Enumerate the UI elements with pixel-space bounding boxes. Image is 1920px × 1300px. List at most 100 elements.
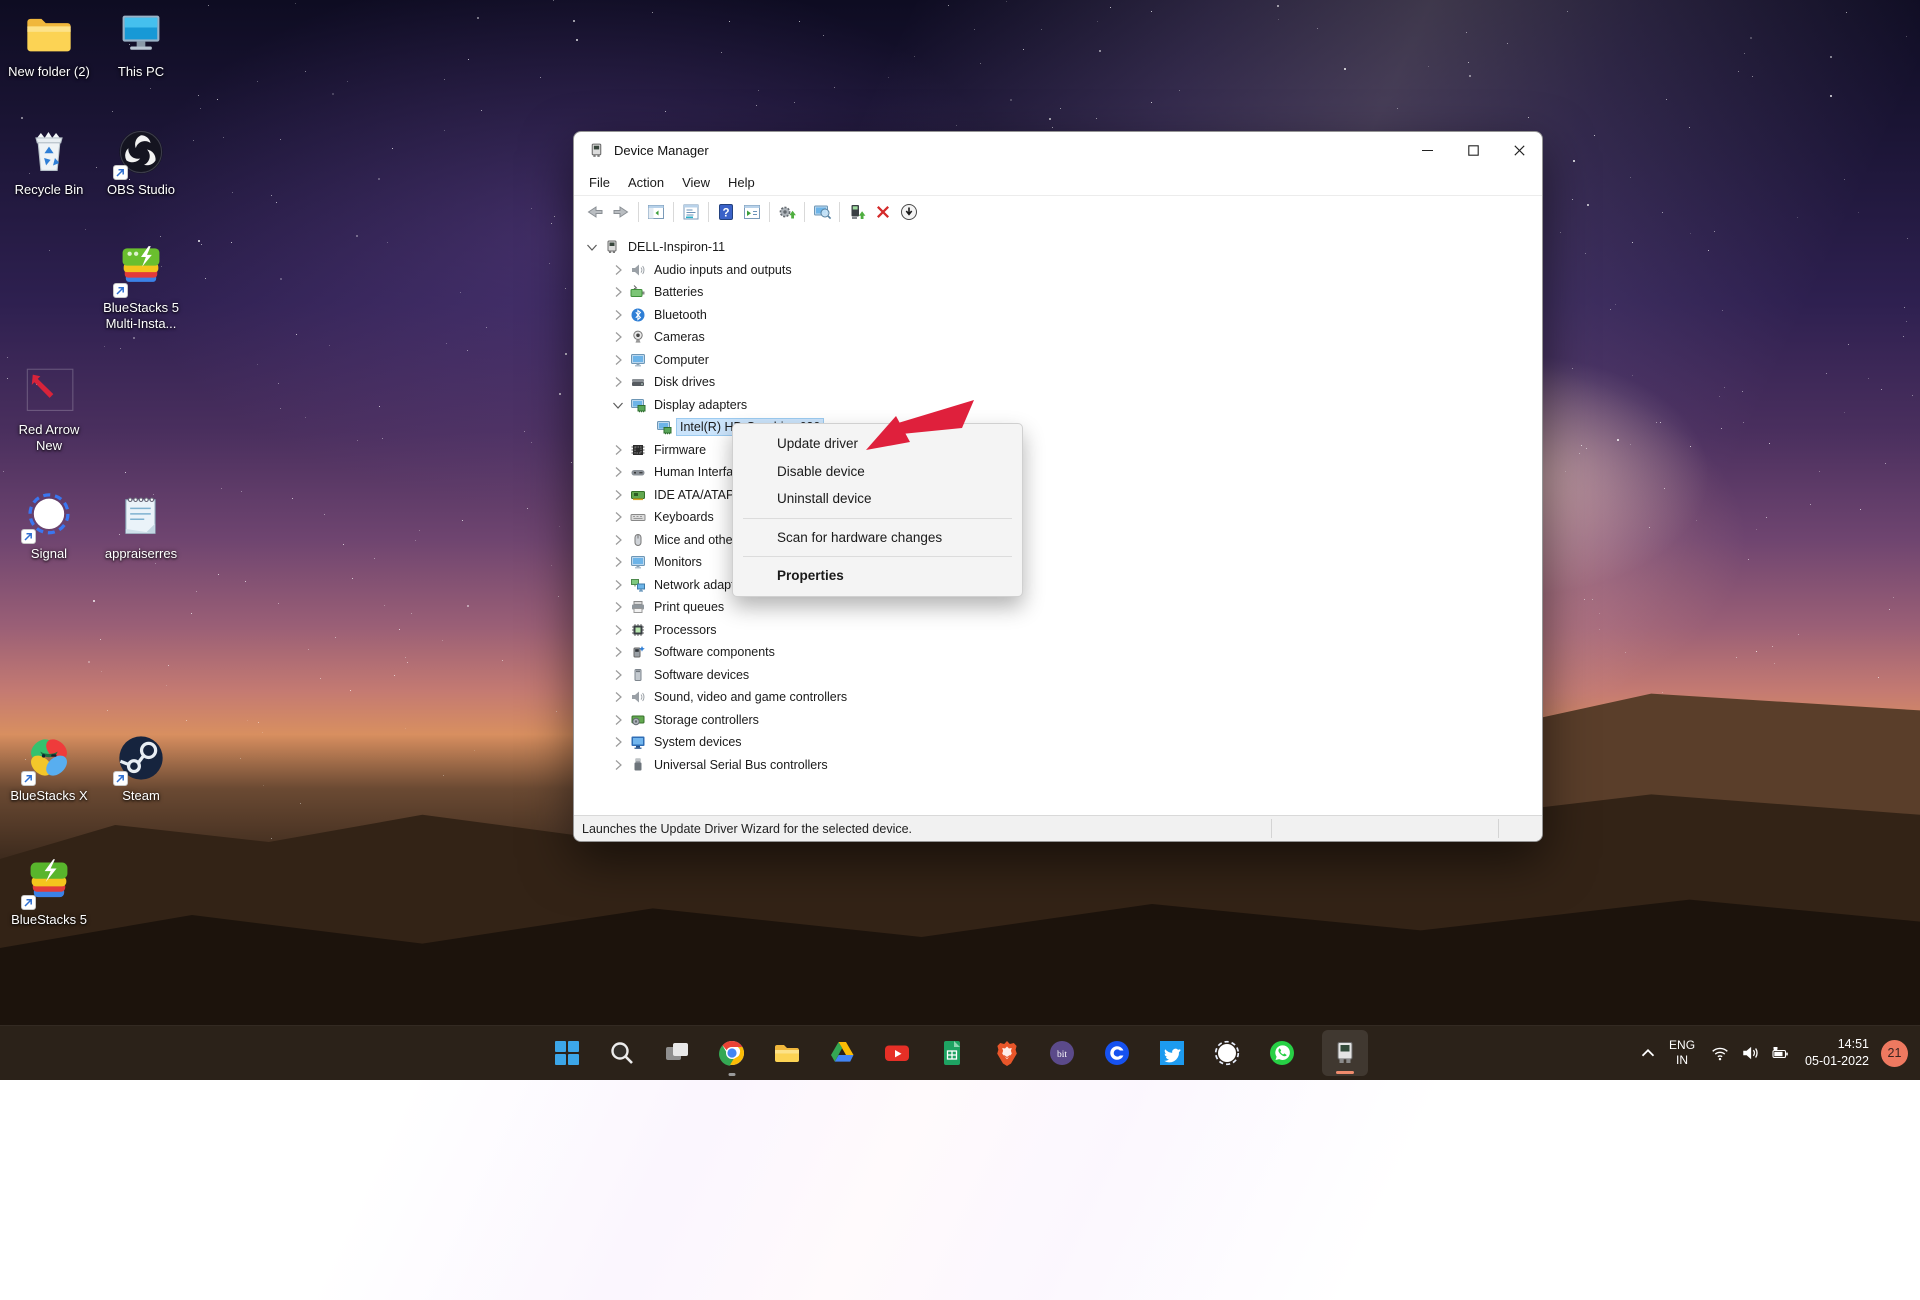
tree-item-sound-video-and-game-controllers[interactable]: Sound, video and game controllers xyxy=(610,686,850,709)
chevron-right-icon[interactable] xyxy=(610,599,626,615)
tree-item-dell-inspiron-11[interactable]: DELL-Inspiron-11 xyxy=(584,236,728,259)
desktop-icon-new-folder-2[interactable]: New folder (2) xyxy=(4,8,94,80)
tree-item-display-adapters[interactable]: Display adapters xyxy=(610,394,750,417)
taskbar-coinbase[interactable] xyxy=(1102,1038,1132,1068)
chevron-right-icon[interactable] xyxy=(610,689,626,705)
context-menu-update-driver[interactable]: Update driver xyxy=(733,430,1022,458)
tree-item-software-components[interactable]: Software components xyxy=(610,641,778,664)
volume-icon[interactable] xyxy=(1741,1044,1759,1062)
menu-action[interactable]: Action xyxy=(619,172,673,193)
taskbar-twitter[interactable] xyxy=(1157,1038,1187,1068)
chevron-right-icon[interactable] xyxy=(610,284,626,300)
tray-chevron-up-icon[interactable] xyxy=(1637,1042,1659,1064)
wifi-icon[interactable] xyxy=(1711,1044,1729,1062)
tree-item-monitors[interactable]: Monitors xyxy=(610,551,705,574)
tree-item-universal-serial-bus-controllers[interactable]: Universal Serial Bus controllers xyxy=(610,754,831,777)
taskbar-brave[interactable] xyxy=(992,1038,1022,1068)
desktop-icon-bluestacks-5[interactable]: BlueStacks 5 xyxy=(4,856,94,928)
toolbar-console-tree-button[interactable] xyxy=(643,200,669,224)
toolbar-scan-hardware-button[interactable] xyxy=(809,200,835,224)
maximize-button[interactable] xyxy=(1450,132,1496,169)
desktop-icon-obs-studio[interactable]: OBS Studio xyxy=(96,126,186,198)
language-indicator[interactable]: ENG IN xyxy=(1669,1038,1695,1068)
tree-item-firmware[interactable]: Firmware xyxy=(610,439,709,462)
chevron-right-icon[interactable] xyxy=(610,622,626,638)
desktop-icon-red-arrow-new[interactable]: Red Arrow New xyxy=(4,366,94,455)
clock[interactable]: 14:51 05-01-2022 xyxy=(1805,1036,1869,1070)
taskbar-search[interactable] xyxy=(607,1038,637,1068)
chevron-right-icon[interactable] xyxy=(610,757,626,773)
chevron-right-icon[interactable] xyxy=(610,509,626,525)
system-icon xyxy=(630,734,646,750)
tree-item-audio-inputs-and-outputs[interactable]: Audio inputs and outputs xyxy=(610,259,795,282)
chevron-right-icon[interactable] xyxy=(610,464,626,480)
tree-item-storage-controllers[interactable]: Storage controllers xyxy=(610,709,762,732)
chevron-right-icon[interactable] xyxy=(610,307,626,323)
context-menu-scan-for-hardware-changes[interactable]: Scan for hardware changes xyxy=(733,524,1022,552)
toolbar-update-driver-gear-button[interactable] xyxy=(774,200,800,224)
chevron-right-icon[interactable] xyxy=(610,712,626,728)
taskbar-google-sheets[interactable] xyxy=(937,1038,967,1068)
tree-item-computer[interactable]: Computer xyxy=(610,349,712,372)
tree-item-software-devices[interactable]: Software devices xyxy=(610,664,752,687)
taskbar-device-manager-active[interactable] xyxy=(1322,1030,1368,1076)
tree-item-print-queues[interactable]: Print queues xyxy=(610,596,727,619)
tree-item-batteries[interactable]: Batteries xyxy=(610,281,706,304)
desktop-icon-steam[interactable]: Steam xyxy=(96,732,186,804)
desktop-icon-this-pc[interactable]: This PC xyxy=(96,8,186,80)
battery-charging-icon[interactable] xyxy=(1771,1044,1789,1062)
toolbar-help-button[interactable]: ? xyxy=(713,200,739,224)
taskbar-file-explorer[interactable] xyxy=(772,1038,802,1068)
chevron-right-icon[interactable] xyxy=(610,374,626,390)
toolbar-disable-down-button[interactable] xyxy=(896,200,922,224)
chevron-right-icon[interactable] xyxy=(610,734,626,750)
tree-item-cameras[interactable]: Cameras xyxy=(610,326,708,349)
chevron-right-icon[interactable] xyxy=(610,442,626,458)
tree-item-bluetooth[interactable]: Bluetooth xyxy=(610,304,710,327)
toolbar-back-button[interactable] xyxy=(582,200,608,224)
toolbar-properties-list-button[interactable] xyxy=(678,200,704,224)
taskbar-start[interactable] xyxy=(552,1038,582,1068)
taskbar-google-drive[interactable] xyxy=(827,1038,857,1068)
taskbar-signal[interactable] xyxy=(1212,1038,1242,1068)
taskbar-youtube[interactable] xyxy=(882,1038,912,1068)
tree-item-processors[interactable]: Processors xyxy=(610,619,720,642)
menu-view[interactable]: View xyxy=(673,172,719,193)
desktop-icon-appraiserres[interactable]: appraiserres xyxy=(96,490,186,562)
close-button[interactable] xyxy=(1496,132,1542,169)
chevron-right-icon[interactable] xyxy=(610,554,626,570)
chevron-right-icon[interactable] xyxy=(610,577,626,593)
desktop-icon-signal[interactable]: Signal xyxy=(4,490,94,562)
context-menu-disable-device[interactable]: Disable device xyxy=(733,458,1022,486)
device-manager-icon xyxy=(1330,1038,1360,1068)
chevron-down-icon[interactable] xyxy=(584,239,600,255)
chevron-right-icon[interactable] xyxy=(610,667,626,683)
chevron-right-icon[interactable] xyxy=(610,487,626,503)
taskbar-whatsapp[interactable] xyxy=(1267,1038,1297,1068)
toolbar-export-list-button[interactable] xyxy=(739,200,765,224)
menu-file[interactable]: File xyxy=(580,172,619,193)
menu-help[interactable]: Help xyxy=(719,172,764,193)
toolbar-uninstall-x-button[interactable] xyxy=(870,200,896,224)
context-menu-uninstall-device[interactable]: Uninstall device xyxy=(733,485,1022,513)
toolbar-update-driver-device-button[interactable] xyxy=(844,200,870,224)
context-menu-properties[interactable]: Properties xyxy=(733,562,1022,590)
taskbar-chrome[interactable] xyxy=(717,1038,747,1076)
taskbar-bit[interactable]: bit xyxy=(1047,1038,1077,1068)
minimize-button[interactable] xyxy=(1404,132,1450,169)
desktop-icon-bluestacks-5-multi-insta[interactable]: BlueStacks 5 Multi-Insta... xyxy=(96,244,186,333)
tree-item-system-devices[interactable]: System devices xyxy=(610,731,745,754)
notification-badge[interactable]: 21 xyxy=(1881,1039,1908,1067)
chevron-right-icon[interactable] xyxy=(610,644,626,660)
chevron-right-icon[interactable] xyxy=(610,262,626,278)
desktop-icon-recycle-bin[interactable]: Recycle Bin xyxy=(4,126,94,198)
chevron-down-icon[interactable] xyxy=(610,397,626,413)
taskbar-task-view[interactable] xyxy=(662,1038,692,1068)
toolbar-forward-button[interactable] xyxy=(608,200,634,224)
chevron-right-icon[interactable] xyxy=(610,532,626,548)
tree-item-disk-drives[interactable]: Disk drives xyxy=(610,371,718,394)
tree-item-keyboards[interactable]: Keyboards xyxy=(610,506,717,529)
chevron-right-icon[interactable] xyxy=(610,329,626,345)
desktop-icon-bluestacks-x[interactable]: BlueStacks X xyxy=(4,732,94,804)
chevron-right-icon[interactable] xyxy=(610,352,626,368)
